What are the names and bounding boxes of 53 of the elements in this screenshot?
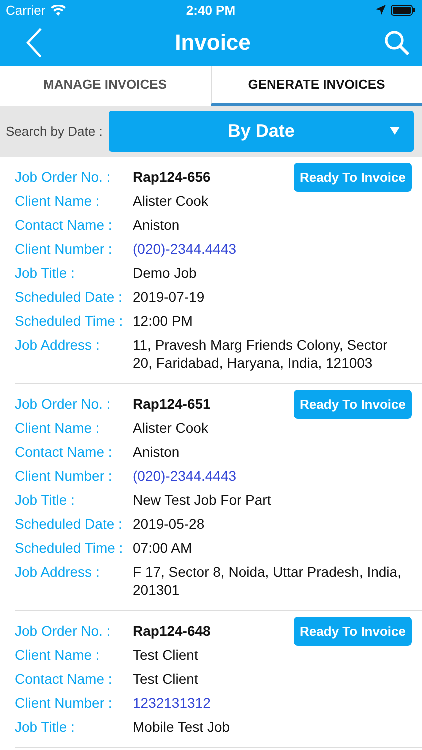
field-label: Scheduled Date : [15,515,124,533]
job-order-number: Rap124-656 [133,168,211,186]
field-value: Aniston [133,443,180,461]
field-label: Job Order No. : [15,622,112,640]
wifi-icon [50,4,66,16]
field-label: Scheduled Time : [15,312,124,330]
field-label: Job Order No. : [15,395,112,413]
field-value: 2019-05-28 [133,515,205,533]
carrier-name: Carrier [6,2,46,18]
screen-title: Invoice [175,30,251,56]
field-value: Mobile Test Job [133,718,230,736]
field-label: Client Number : [15,694,114,712]
field-value: 07:00 AM [133,539,192,557]
clock-time: 2:40 PM [186,2,236,18]
field-label: Job Title : [15,491,76,509]
field-label: Contact Name : [15,670,114,688]
field-label: Contact Name : [15,216,114,234]
field-value: Aniston [133,216,180,234]
phone-link[interactable]: 1232131312 [133,694,211,712]
phone-link[interactable]: (020)-2344.4443 [133,467,237,485]
field-label: Job Address : [15,336,101,355]
field-label: Job Title : [15,718,76,736]
field-value: New Test Job For Part [133,491,272,509]
field-value: Test Client [133,646,198,664]
location-arrow-icon [376,5,386,15]
field-value: 11, Pravesh Marg Friends Colony, Sector 20, Faridabad, Haryana, India, 121003 [133,336,389,372]
tab[interactable]: GENERATE INVOICES [210,66,422,106]
field-value: 2019-07-19 [133,288,205,306]
search-button[interactable] [384,30,410,56]
back-button[interactable] [26,28,42,58]
field-label: Scheduled Time : [15,539,124,557]
field-label: Client Number : [15,240,114,258]
caret-icon [390,127,400,135]
field-value: Test Client [133,670,198,688]
battery-icon [390,4,416,16]
field-label: Client Number : [15,467,114,485]
field-label: Scheduled Date : [15,288,124,306]
field-label: Contact Name : [15,443,114,461]
field-label: Client Name : [15,419,101,437]
field-value: 12:00 PM [133,312,193,330]
field-value: Alister Cook [133,419,208,437]
job-order-number: Rap124-648 [133,622,211,640]
field-label: Client Name : [15,646,101,664]
field-label: Job Address : [15,563,101,582]
phone-link[interactable]: (020)-2344.4443 [133,240,237,258]
field-value: Demo Job [133,264,197,282]
job-order-number: Rap124-651 [133,395,211,413]
filter-label: Search by Date : [6,124,103,139]
field-label: Job Title : [15,264,76,282]
field-label: Client Name : [15,192,101,210]
field-label: Job Order No. : [15,168,112,186]
field-value: F 17, Sector 8, Noida, Uttar Pradesh, India, 201301 [133,563,402,599]
field-value: Alister Cook [133,192,208,210]
